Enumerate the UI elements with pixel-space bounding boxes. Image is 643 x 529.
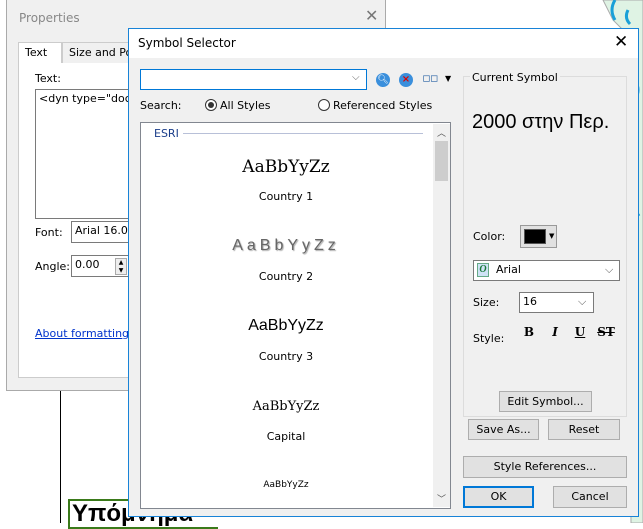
scroll-up-icon[interactable]: ︿	[437, 126, 446, 139]
opentype-font-icon: O	[477, 263, 489, 277]
chevron-down-icon: ⌵	[578, 295, 587, 308]
referenced-styles-label: Referenced Styles	[333, 99, 433, 112]
color-swatch	[524, 229, 546, 244]
chevron-down-icon: ⌵	[605, 263, 614, 276]
symbol-selector-dialog: Symbol Selector ✕ ⌵ 🔍︎ × ▫▫ ▼ Search: Al…	[128, 28, 639, 517]
title-bar: Symbol Selector ✕	[129, 29, 638, 58]
view-options-icon[interactable]: ▫▫	[422, 71, 439, 86]
symbol-label[interactable]: Country 1	[141, 190, 431, 203]
color-picker[interactable]: ▼	[520, 225, 557, 248]
symbol-sample[interactable]: AaBbYyZz	[141, 157, 431, 177]
current-symbol-group: Current Symbol 2000 στην Περ. Color: ▼ A…	[463, 71, 627, 440]
close-icon[interactable]: ✕	[614, 32, 628, 52]
ok-button[interactable]: OK	[463, 486, 534, 508]
symbol-preview: 2000 στην Περ.	[472, 111, 610, 133]
symbol-sample[interactable]: AaBbYyZz	[141, 480, 431, 490]
search-input[interactable]	[140, 69, 367, 90]
style-references-button[interactable]: Style References...	[463, 456, 627, 478]
dialog-title: Properties	[19, 11, 80, 25]
chevron-down-icon[interactable]: ⌵	[352, 72, 360, 83]
save-as-button[interactable]: Save As...	[468, 419, 539, 440]
dropdown-arrow-icon: ▼	[549, 232, 555, 240]
search-icon[interactable]: 🔍︎	[376, 73, 390, 87]
edit-symbol-button[interactable]: Edit Symbol...	[499, 391, 592, 412]
size-label: Size:	[473, 296, 500, 309]
style-label: Style:	[473, 332, 505, 345]
angle-spinner[interactable]: ▲ ▼	[115, 258, 127, 275]
symbol-sample[interactable]: AaBbYyZz	[141, 237, 431, 255]
tab-text[interactable]: Text	[18, 42, 62, 63]
all-styles-label: All Styles	[220, 99, 271, 112]
scroll-thumb[interactable]	[435, 141, 448, 181]
close-icon[interactable]: ✕	[365, 6, 378, 25]
angle-label: Angle:	[35, 260, 71, 273]
dropdown-arrow-icon[interactable]: ▼	[445, 74, 451, 83]
symbol-sample[interactable]: AaBbYyZz	[141, 399, 431, 414]
color-label: Color:	[473, 230, 506, 243]
symbol-label[interactable]: Capital	[141, 430, 431, 443]
group-title: Current Symbol	[470, 71, 560, 84]
symbol-list[interactable]: ESRI AaBbYyZz Country 1 AaBbYyZz Country…	[140, 122, 451, 509]
scrollbar[interactable]: ︿ ﹀	[433, 124, 450, 507]
strikethrough-button[interactable]: ST	[595, 325, 617, 347]
font-dropdown[interactable]: Arial	[473, 260, 620, 281]
dialog-title: Symbol Selector	[138, 36, 236, 50]
divider	[183, 133, 423, 134]
font-label: Font:	[35, 226, 63, 239]
clear-search-icon[interactable]: ×	[399, 73, 413, 87]
group-header: ESRI	[154, 127, 179, 140]
symbol-label[interactable]: Country 3	[141, 350, 431, 363]
bold-button[interactable]: B	[518, 325, 540, 347]
underline-button[interactable]: U	[569, 325, 591, 347]
search-label: Search:	[140, 99, 182, 112]
cancel-button[interactable]: Cancel	[553, 486, 627, 508]
reset-button[interactable]: Reset	[548, 419, 620, 440]
italic-button[interactable]: I	[544, 325, 566, 347]
symbol-sample[interactable]: AaBbYyZz	[141, 317, 431, 335]
symbol-label[interactable]: Country 2	[141, 270, 431, 283]
scroll-down-icon[interactable]: ﹀	[437, 492, 446, 505]
radio-referenced-styles[interactable]	[318, 99, 330, 111]
text-label: Text:	[35, 72, 61, 85]
radio-all-styles[interactable]	[205, 99, 217, 111]
